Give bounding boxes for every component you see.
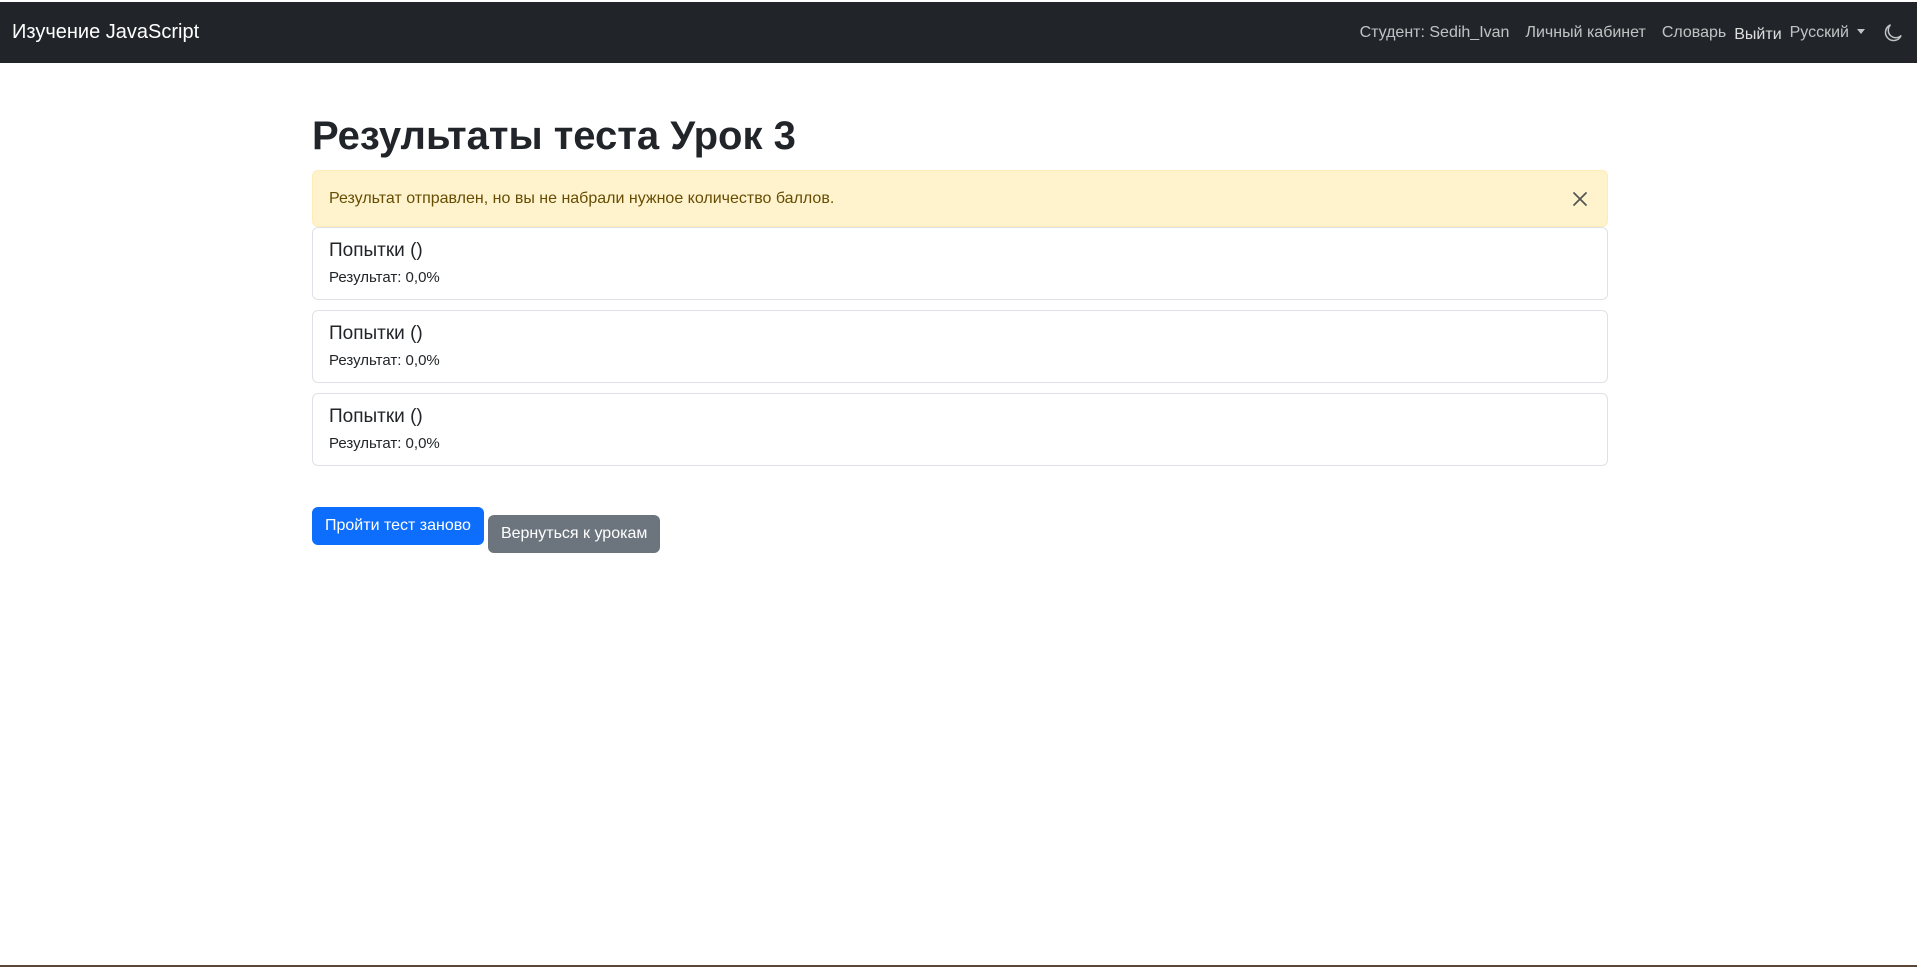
brand-link[interactable]: Изучение JavaScript [12,21,199,44]
language-label: Русский [1789,23,1849,41]
nav-dictionary[interactable]: Словарь [1662,24,1726,42]
back-to-lessons-button[interactable]: Вернуться к урокам [487,515,661,553]
moon-icon [1884,23,1902,41]
attempt-card: Попытки () Результат: 0,0% [312,227,1608,300]
alert-close-button[interactable] [1569,188,1591,210]
close-icon [1573,191,1587,206]
attempt-result: Результат: 0,0% [329,269,440,286]
navbar: Изучение JavaScript Студент: Sedih_Ivan … [0,2,1917,63]
attempt-title: Попытки () [329,323,423,344]
theme-toggle-button[interactable] [1881,21,1905,45]
retry-test-button[interactable]: Пройти тест заново [312,507,484,545]
attempt-title: Попытки () [329,240,423,261]
attempt-title: Попытки () [329,406,423,427]
navbar-right: Студент: Sedih_Ivan Личный кабинет Слова… [1360,2,1905,63]
attempt-result: Результат: 0,0% [329,435,440,452]
alert-message: Результат отправлен, но вы не набрали ну… [329,189,835,207]
attempt-card: Попытки () Результат: 0,0% [312,393,1608,466]
attempt-result: Результат: 0,0% [329,352,440,369]
language-dropdown[interactable]: Русский [1790,24,1865,42]
warning-alert: Результат отправлен, но вы не набрали ну… [312,170,1608,227]
page-title: Результаты теста Урок 3 [312,114,796,158]
action-buttons: Пройти тест заново Вернуться к урокам [312,507,1608,553]
main-container: Результаты теста Урок 3 Результат отправ… [312,110,1608,553]
chevron-down-icon [1857,29,1865,34]
nav-student[interactable]: Студент: Sedih_Ivan [1360,24,1510,42]
logout-button[interactable]: Выйти [1734,26,1781,44]
attempt-card: Попытки () Результат: 0,0% [312,310,1608,383]
nav-cabinet[interactable]: Личный кабинет [1525,24,1645,42]
